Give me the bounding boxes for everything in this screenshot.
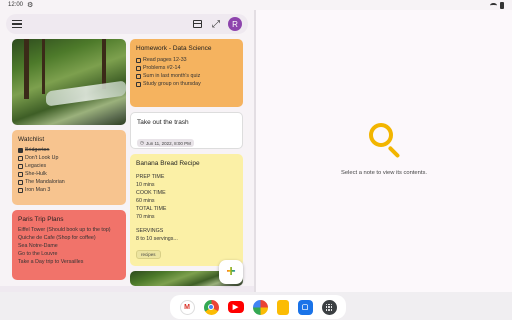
list-item: Read pages 12-33 [136, 56, 237, 64]
list-item: Don't Look Up [18, 154, 120, 162]
notes-list-pane: ⤢ R Watchlist Bridgerton Don't Look Up L… [0, 10, 254, 306]
note-text-line: 10 mins [136, 182, 155, 188]
list-item: She-Hulk [18, 170, 120, 178]
app-dock: M ▶ ▢ [170, 295, 346, 319]
gmail-icon[interactable]: M [179, 299, 195, 315]
note-text-line: Go to the Louvre [18, 251, 58, 257]
note-text-line: 70 mins [136, 214, 155, 220]
note-watchlist[interactable]: Watchlist Bridgerton Don't Look Up Legac… [12, 130, 126, 205]
tree-trunk [24, 39, 29, 99]
note-text-line: TOTAL TIME [136, 206, 167, 212]
note-text-line: 60 mins [136, 198, 155, 204]
search-illustration-icon [364, 120, 404, 164]
list-item: Iron Man 3 [18, 186, 120, 194]
note-text-line: SERVINGS [136, 228, 164, 234]
note-paris-trip[interactable]: Paris Trip Plans Eiffel Tower (Should bo… [12, 210, 126, 280]
note-text-line: COOK TIME [136, 190, 166, 196]
note-title: Banana Bread Recipe [136, 160, 200, 167]
note-text-line: PREP TIME [136, 174, 165, 180]
wifi-icon [490, 2, 497, 8]
search-bar[interactable]: ⤢ R [6, 14, 248, 34]
note-trash[interactable]: Take out the trash ◷ Jun 11, 2022, 8:00 … [130, 112, 243, 149]
empty-state: Select a note to view its contents. [256, 120, 512, 176]
messages-icon[interactable]: ▢ [297, 299, 313, 315]
keep-icon[interactable] [276, 299, 289, 315]
note-text-line: Sea Notre-Dame [18, 243, 58, 249]
list-item: The Mandalorian [18, 178, 120, 186]
note-text-line: Eiffel Tower (Should book up to the top) [18, 227, 111, 233]
reminder-chip[interactable]: ◷ Jun 11, 2022, 8:00 PM [137, 139, 194, 147]
list-item: Study group on thursday [136, 80, 237, 88]
note-title: Paris Trip Plans [18, 216, 64, 223]
checkbox-checked-icon [18, 147, 23, 153]
note-title: Homework - Data Science [136, 45, 212, 52]
clock-icon: ◷ [140, 140, 144, 145]
avatar[interactable]: R [228, 17, 242, 31]
checkbox-icon [136, 81, 141, 87]
youtube-icon[interactable]: ▶ [227, 301, 244, 313]
checkbox-icon [18, 179, 23, 185]
list-item: Sum in last month's quiz [136, 72, 237, 80]
note-homework[interactable]: Homework - Data Science Read pages 12-33… [130, 39, 243, 107]
note-title: Watchlist [18, 136, 45, 143]
checkbox-icon [136, 57, 141, 63]
app-launcher-icon[interactable] [321, 299, 337, 315]
tree-trunk [42, 39, 45, 94]
checkbox-icon [18, 155, 23, 161]
checkbox-icon [136, 65, 141, 71]
list-item: Problems #2-14 [136, 64, 237, 72]
status-time: 12:00 [8, 2, 24, 8]
status-bar: 12:00 ⚙ [0, 0, 512, 10]
note-banana-bread[interactable]: Banana Bread Recipe PREP TIME 10 mins CO… [130, 154, 243, 266]
menu-icon[interactable] [12, 20, 22, 28]
note-text-line: Quiche de Cafe (Shop for coffee) [18, 235, 96, 241]
empty-state-text: Select a note to view its contents. [340, 170, 428, 176]
stream-image [46, 80, 126, 108]
list-item: Legacies [18, 162, 120, 170]
battery-icon [500, 1, 504, 9]
list-item: Bridgerton [18, 146, 120, 154]
checkbox-icon [18, 187, 23, 193]
note-text-line: Take a Day trip to Versailles [18, 259, 84, 265]
note-text-line: 8 to 10 servings... [136, 236, 178, 242]
checkbox-icon [18, 163, 23, 169]
label-chip[interactable]: recipes [136, 250, 161, 259]
photos-icon[interactable] [252, 299, 268, 315]
note-title: Take out the trash [137, 119, 189, 126]
gear-icon: ⚙ [27, 2, 34, 9]
expand-icon[interactable]: ⤢ [212, 19, 220, 30]
checkbox-icon [136, 73, 141, 79]
new-note-button[interactable]: + [219, 260, 243, 284]
tree-trunk [102, 39, 106, 89]
image-note-forest[interactable] [12, 39, 126, 125]
list-view-icon[interactable] [193, 20, 202, 28]
plus-icon: + [226, 263, 236, 280]
chrome-icon[interactable] [203, 299, 219, 315]
checkbox-icon [18, 171, 23, 177]
